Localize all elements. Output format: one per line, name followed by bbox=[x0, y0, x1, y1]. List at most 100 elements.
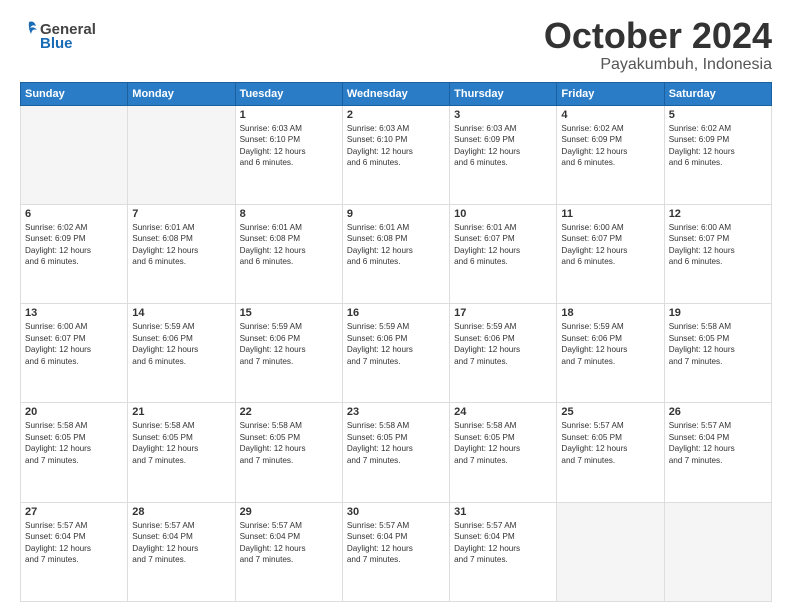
day-number: 12 bbox=[669, 208, 767, 220]
header-friday: Friday bbox=[557, 82, 664, 105]
day-info: Sunrise: 5:58 AMSunset: 6:05 PMDaylight:… bbox=[25, 420, 123, 466]
day-info: Sunrise: 6:01 AMSunset: 6:07 PMDaylight:… bbox=[454, 222, 552, 268]
day-number: 19 bbox=[669, 307, 767, 319]
cell-w0-d0 bbox=[21, 105, 128, 204]
cell-w3-d4: 24 Sunrise: 5:58 AMSunset: 6:05 PMDayligh… bbox=[450, 403, 557, 502]
cell-w0-d6: 5 Sunrise: 6:02 AMSunset: 6:09 PMDaylight… bbox=[664, 105, 771, 204]
day-number: 14 bbox=[132, 307, 230, 319]
cell-w1-d3: 9 Sunrise: 6:01 AMSunset: 6:08 PMDaylight… bbox=[342, 204, 449, 303]
cell-w2-d4: 17 Sunrise: 5:59 AMSunset: 6:06 PMDayligh… bbox=[450, 304, 557, 403]
cell-w2-d6: 19Sunrise: 5:58 AMSunset: 6:05 PMDayligh… bbox=[664, 304, 771, 403]
title-area: October 2024 Payakumbuh, Indonesia bbox=[544, 16, 772, 74]
day-info: Sunrise: 5:58 AMSunset: 6:05 PMDaylight:… bbox=[132, 420, 230, 466]
day-number: 23 bbox=[347, 406, 445, 418]
day-number: 20 bbox=[25, 406, 123, 418]
cell-w4-d0: 27 Sunrise: 5:57 AMSunset: 6:04 PMDayligh… bbox=[21, 502, 128, 601]
day-info: Sunrise: 6:01 AMSunset: 6:08 PMDaylight:… bbox=[240, 222, 338, 268]
day-info: Sunrise: 6:00 AMSunset: 6:07 PMDaylight:… bbox=[669, 222, 767, 268]
day-number: 8 bbox=[240, 208, 338, 220]
day-number: 24 bbox=[454, 406, 552, 418]
header-wednesday: Wednesday bbox=[342, 82, 449, 105]
cell-w4-d6 bbox=[664, 502, 771, 601]
cell-w3-d2: 22 Sunrise: 5:58 AMSunset: 6:05 PMDayligh… bbox=[235, 403, 342, 502]
day-info: Sunrise: 6:01 AMSunset: 6:08 PMDaylight:… bbox=[132, 222, 230, 268]
day-info: Sunrise: 6:00 AMSunset: 6:07 PMDaylight:… bbox=[561, 222, 659, 268]
day-number: 26 bbox=[669, 406, 767, 418]
cell-w4-d1: 28 Sunrise: 5:57 AMSunset: 6:04 PMDayligh… bbox=[128, 502, 235, 601]
day-number: 27 bbox=[25, 506, 123, 518]
day-info: Sunrise: 5:57 AMSunset: 6:05 PMDaylight:… bbox=[561, 420, 659, 466]
day-info: Sunrise: 6:03 AMSunset: 6:09 PMDaylight:… bbox=[454, 123, 552, 169]
bird-icon bbox=[20, 20, 38, 52]
day-info: Sunrise: 5:57 AMSunset: 6:04 PMDaylight:… bbox=[669, 420, 767, 466]
day-number: 5 bbox=[669, 109, 767, 121]
day-info: Sunrise: 5:57 AMSunset: 6:04 PMDaylight:… bbox=[347, 520, 445, 566]
day-number: 22 bbox=[240, 406, 338, 418]
cell-w2-d0: 13 Sunrise: 6:00 AMSunset: 6:07 PMDayligh… bbox=[21, 304, 128, 403]
day-info: Sunrise: 6:03 AMSunset: 6:10 PMDaylight:… bbox=[240, 123, 338, 169]
cell-w0-d4: 3Sunrise: 6:03 AMSunset: 6:09 PMDaylight… bbox=[450, 105, 557, 204]
day-number: 28 bbox=[132, 506, 230, 518]
header-saturday: Saturday bbox=[664, 82, 771, 105]
day-info: Sunrise: 5:57 AMSunset: 6:04 PMDaylight:… bbox=[132, 520, 230, 566]
day-number: 1 bbox=[240, 109, 338, 121]
day-info: Sunrise: 5:58 AMSunset: 6:05 PMDaylight:… bbox=[347, 420, 445, 466]
cell-w4-d5 bbox=[557, 502, 664, 601]
cell-w4-d3: 30Sunrise: 5:57 AMSunset: 6:04 PMDayligh… bbox=[342, 502, 449, 601]
header-monday: Monday bbox=[128, 82, 235, 105]
cell-w3-d3: 23 Sunrise: 5:58 AMSunset: 6:05 PMDayligh… bbox=[342, 403, 449, 502]
cell-w2-d2: 15 Sunrise: 5:59 AMSunset: 6:06 PMDayligh… bbox=[235, 304, 342, 403]
cell-w0-d5: 4Sunrise: 6:02 AMSunset: 6:09 PMDaylight… bbox=[557, 105, 664, 204]
day-info: Sunrise: 5:57 AMSunset: 6:04 PMDaylight:… bbox=[454, 520, 552, 566]
day-info: Sunrise: 5:58 AMSunset: 6:05 PMDaylight:… bbox=[454, 420, 552, 466]
day-info: Sunrise: 5:58 AMSunset: 6:05 PMDaylight:… bbox=[240, 420, 338, 466]
day-info: Sunrise: 5:59 AMSunset: 6:06 PMDaylight:… bbox=[347, 321, 445, 367]
day-number: 15 bbox=[240, 307, 338, 319]
day-number: 18 bbox=[561, 307, 659, 319]
day-number: 16 bbox=[347, 307, 445, 319]
cell-w1-d6: 12 Sunrise: 6:00 AMSunset: 6:07 PMDayligh… bbox=[664, 204, 771, 303]
cell-w2-d1: 14 Sunrise: 5:59 AMSunset: 6:06 PMDayligh… bbox=[128, 304, 235, 403]
day-info: Sunrise: 6:00 AMSunset: 6:07 PMDaylight:… bbox=[25, 321, 123, 367]
cell-w1-d1: 7 Sunrise: 6:01 AMSunset: 6:08 PMDaylight… bbox=[128, 204, 235, 303]
cell-w1-d0: 6Sunrise: 6:02 AMSunset: 6:09 PMDaylight… bbox=[21, 204, 128, 303]
cell-w3-d6: 26 Sunrise: 5:57 AMSunset: 6:04 PMDayligh… bbox=[664, 403, 771, 502]
cell-w1-d5: 11Sunrise: 6:00 AMSunset: 6:07 PMDayligh… bbox=[557, 204, 664, 303]
location: Payakumbuh, Indonesia bbox=[544, 56, 772, 74]
logo: General Blue bbox=[20, 16, 96, 56]
cell-w4-d4: 31 Sunrise: 5:57 AMSunset: 6:04 PMDayligh… bbox=[450, 502, 557, 601]
logo-blue: Blue bbox=[40, 35, 96, 52]
day-info: Sunrise: 5:59 AMSunset: 6:06 PMDaylight:… bbox=[132, 321, 230, 367]
page: General Blue October 2024 Payakumbuh, In… bbox=[0, 0, 792, 612]
cell-w0-d1 bbox=[128, 105, 235, 204]
header-thursday: Thursday bbox=[450, 82, 557, 105]
cell-w3-d1: 21 Sunrise: 5:58 AMSunset: 6:05 PMDayligh… bbox=[128, 403, 235, 502]
cell-w3-d5: 25 Sunrise: 5:57 AMSunset: 6:05 PMDayligh… bbox=[557, 403, 664, 502]
day-info: Sunrise: 5:59 AMSunset: 6:06 PMDaylight:… bbox=[454, 321, 552, 367]
cell-w3-d0: 20 Sunrise: 5:58 AMSunset: 6:05 PMDayligh… bbox=[21, 403, 128, 502]
day-number: 31 bbox=[454, 506, 552, 518]
cell-w1-d2: 8 Sunrise: 6:01 AMSunset: 6:08 PMDaylight… bbox=[235, 204, 342, 303]
header-sunday: Sunday bbox=[21, 82, 128, 105]
day-info: Sunrise: 5:59 AMSunset: 6:06 PMDaylight:… bbox=[561, 321, 659, 367]
day-number: 13 bbox=[25, 307, 123, 319]
day-info: Sunrise: 6:02 AMSunset: 6:09 PMDaylight:… bbox=[669, 123, 767, 169]
day-number: 2 bbox=[347, 109, 445, 121]
day-number: 4 bbox=[561, 109, 659, 121]
header-tuesday: Tuesday bbox=[235, 82, 342, 105]
day-info: Sunrise: 6:03 AMSunset: 6:10 PMDaylight:… bbox=[347, 123, 445, 169]
cell-w0-d3: 2 Sunrise: 6:03 AMSunset: 6:10 PMDaylight… bbox=[342, 105, 449, 204]
cell-w1-d4: 10 Sunrise: 6:01 AMSunset: 6:07 PMDayligh… bbox=[450, 204, 557, 303]
day-number: 25 bbox=[561, 406, 659, 418]
day-info: Sunrise: 5:59 AMSunset: 6:06 PMDaylight:… bbox=[240, 321, 338, 367]
cell-w2-d5: 18 Sunrise: 5:59 AMSunset: 6:06 PMDayligh… bbox=[557, 304, 664, 403]
day-number: 17 bbox=[454, 307, 552, 319]
day-info: Sunrise: 5:57 AMSunset: 6:04 PMDaylight:… bbox=[25, 520, 123, 566]
day-number: 7 bbox=[132, 208, 230, 220]
day-number: 10 bbox=[454, 208, 552, 220]
day-info: Sunrise: 6:02 AMSunset: 6:09 PMDaylight:… bbox=[25, 222, 123, 268]
day-number: 9 bbox=[347, 208, 445, 220]
cell-w0-d2: 1 Sunrise: 6:03 AMSunset: 6:10 PMDaylight… bbox=[235, 105, 342, 204]
day-number: 21 bbox=[132, 406, 230, 418]
day-info: Sunrise: 6:01 AMSunset: 6:08 PMDaylight:… bbox=[347, 222, 445, 268]
